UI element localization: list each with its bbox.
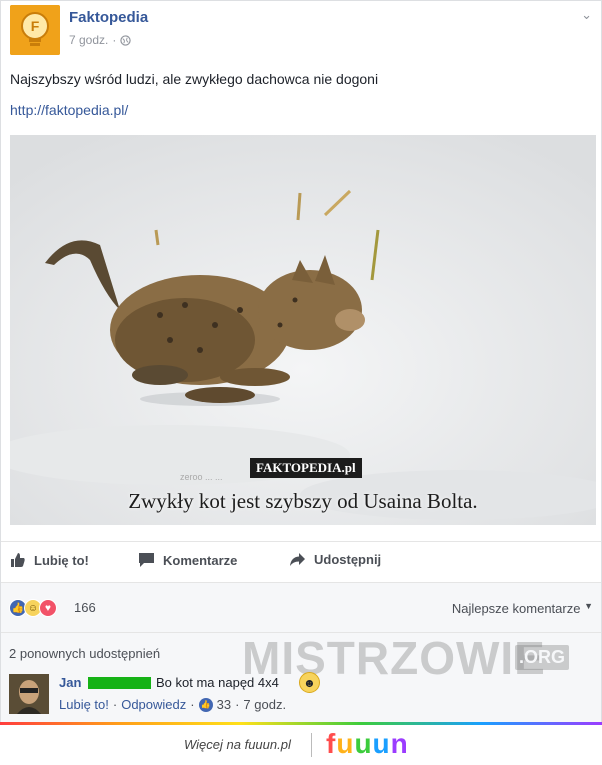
post-time[interactable]: 7 godz. bbox=[69, 33, 108, 47]
like-button[interactable]: Lubię to! bbox=[10, 552, 89, 568]
facebook-post: F Faktopedia 7 godz. · ⌄ Najszybszy wśró… bbox=[0, 0, 602, 722]
love-reaction-icon: ♥ bbox=[39, 599, 57, 617]
footer-text[interactable]: Więcej na fuuun.pl bbox=[184, 737, 291, 752]
separator-dot: · bbox=[112, 697, 118, 712]
like-count-icon: 👍 bbox=[198, 697, 213, 712]
lightbulb-icon: F bbox=[10, 5, 60, 55]
thumbs-up-icon bbox=[11, 553, 25, 567]
logo-letter: u bbox=[336, 728, 355, 759]
post-link[interactable]: http://faktopedia.pl/ bbox=[10, 102, 128, 118]
comment-sort-label: Najlepsze komentarze bbox=[451, 601, 581, 616]
avatar[interactable] bbox=[9, 674, 49, 714]
comment-label: Komentarze bbox=[163, 552, 238, 568]
fuuun-logo[interactable]: fuuun bbox=[326, 728, 409, 760]
reactions-bar: 👍 ☺ ♥ 166 Najlepsze komentarze ▼ bbox=[1, 582, 601, 632]
author-censor-bar bbox=[88, 677, 151, 689]
like-label: Lubię to! bbox=[34, 552, 89, 568]
separator-dot: · bbox=[190, 697, 195, 712]
comment-actions: Lubię to! · Odpowiedz · 👍 33 · 7 godz. bbox=[59, 697, 286, 712]
footer-divider bbox=[311, 733, 312, 757]
page-name[interactable]: Faktopedia bbox=[69, 9, 148, 26]
post-photo[interactable]: zeroo ... ... FAKTOPEDIA.pl Zwykły kot j… bbox=[10, 135, 596, 525]
comment-author[interactable]: Jan bbox=[59, 675, 81, 690]
svg-text:F: F bbox=[31, 18, 40, 34]
reaction-icons[interactable]: 👍 ☺ ♥ bbox=[9, 599, 57, 617]
comment-like-link[interactable]: Lubię to! bbox=[59, 697, 109, 712]
photo-watermark: FAKTOPEDIA.pl bbox=[250, 458, 362, 478]
comment-sort-dropdown[interactable]: Najlepsze komentarze ▼ bbox=[452, 601, 593, 616]
logo-letter: u bbox=[372, 728, 391, 759]
comment-time[interactable]: 7 godz. bbox=[243, 697, 286, 712]
commenter-avatar-image bbox=[9, 674, 49, 714]
share-button[interactable]: Udostępnij bbox=[289, 552, 381, 567]
reaction-count[interactable]: 166 bbox=[74, 600, 96, 615]
page-avatar[interactable]: F bbox=[10, 5, 60, 55]
shares-count[interactable]: 2 ponownych udostępnień bbox=[9, 646, 160, 661]
post-meta: 7 godz. · bbox=[69, 33, 132, 47]
caret-down-icon: ▼ bbox=[584, 601, 593, 611]
laughing-emoji-icon: ☻ bbox=[299, 672, 320, 693]
share-arrow-icon bbox=[290, 553, 305, 566]
separator-dot: · bbox=[235, 697, 240, 712]
site-watermark-suffix: .ORG bbox=[515, 645, 570, 670]
comment-reply-link[interactable]: Odpowiedz bbox=[121, 697, 186, 712]
logo-letter: f bbox=[326, 728, 337, 759]
logo-letter: n bbox=[390, 728, 409, 759]
post-text: Najszybszy wśród ludzi, ale zwykłego dac… bbox=[10, 71, 379, 87]
chevron-down-icon[interactable]: ⌄ bbox=[581, 7, 592, 23]
site-watermark: MISTRZOWIE bbox=[242, 632, 546, 684]
comment-button[interactable]: Komentarze bbox=[138, 552, 237, 568]
comment-text: Bo kot ma napęd 4x4 bbox=[156, 675, 279, 690]
photo-caption: Zwykły kot jest szybszy od Usaina Bolta. bbox=[128, 489, 478, 513]
globe-icon bbox=[120, 34, 132, 46]
comment-icon bbox=[139, 553, 154, 567]
footer: Więcej na fuuun.pl fuuun bbox=[0, 725, 602, 765]
share-label: Udostępnij bbox=[314, 552, 382, 567]
comments-section: MISTRZOWIE .ORG 2 ponownych udostępnień … bbox=[1, 632, 601, 722]
meta-dot: · bbox=[112, 33, 117, 47]
post-actions: Lubię to! Komentarze Udostępnij bbox=[1, 541, 601, 581]
comment-like-count[interactable]: 33 bbox=[217, 697, 231, 712]
logo-letter: u bbox=[354, 728, 373, 759]
svg-text:zeroo ... ...: zeroo ... ... bbox=[180, 472, 223, 482]
